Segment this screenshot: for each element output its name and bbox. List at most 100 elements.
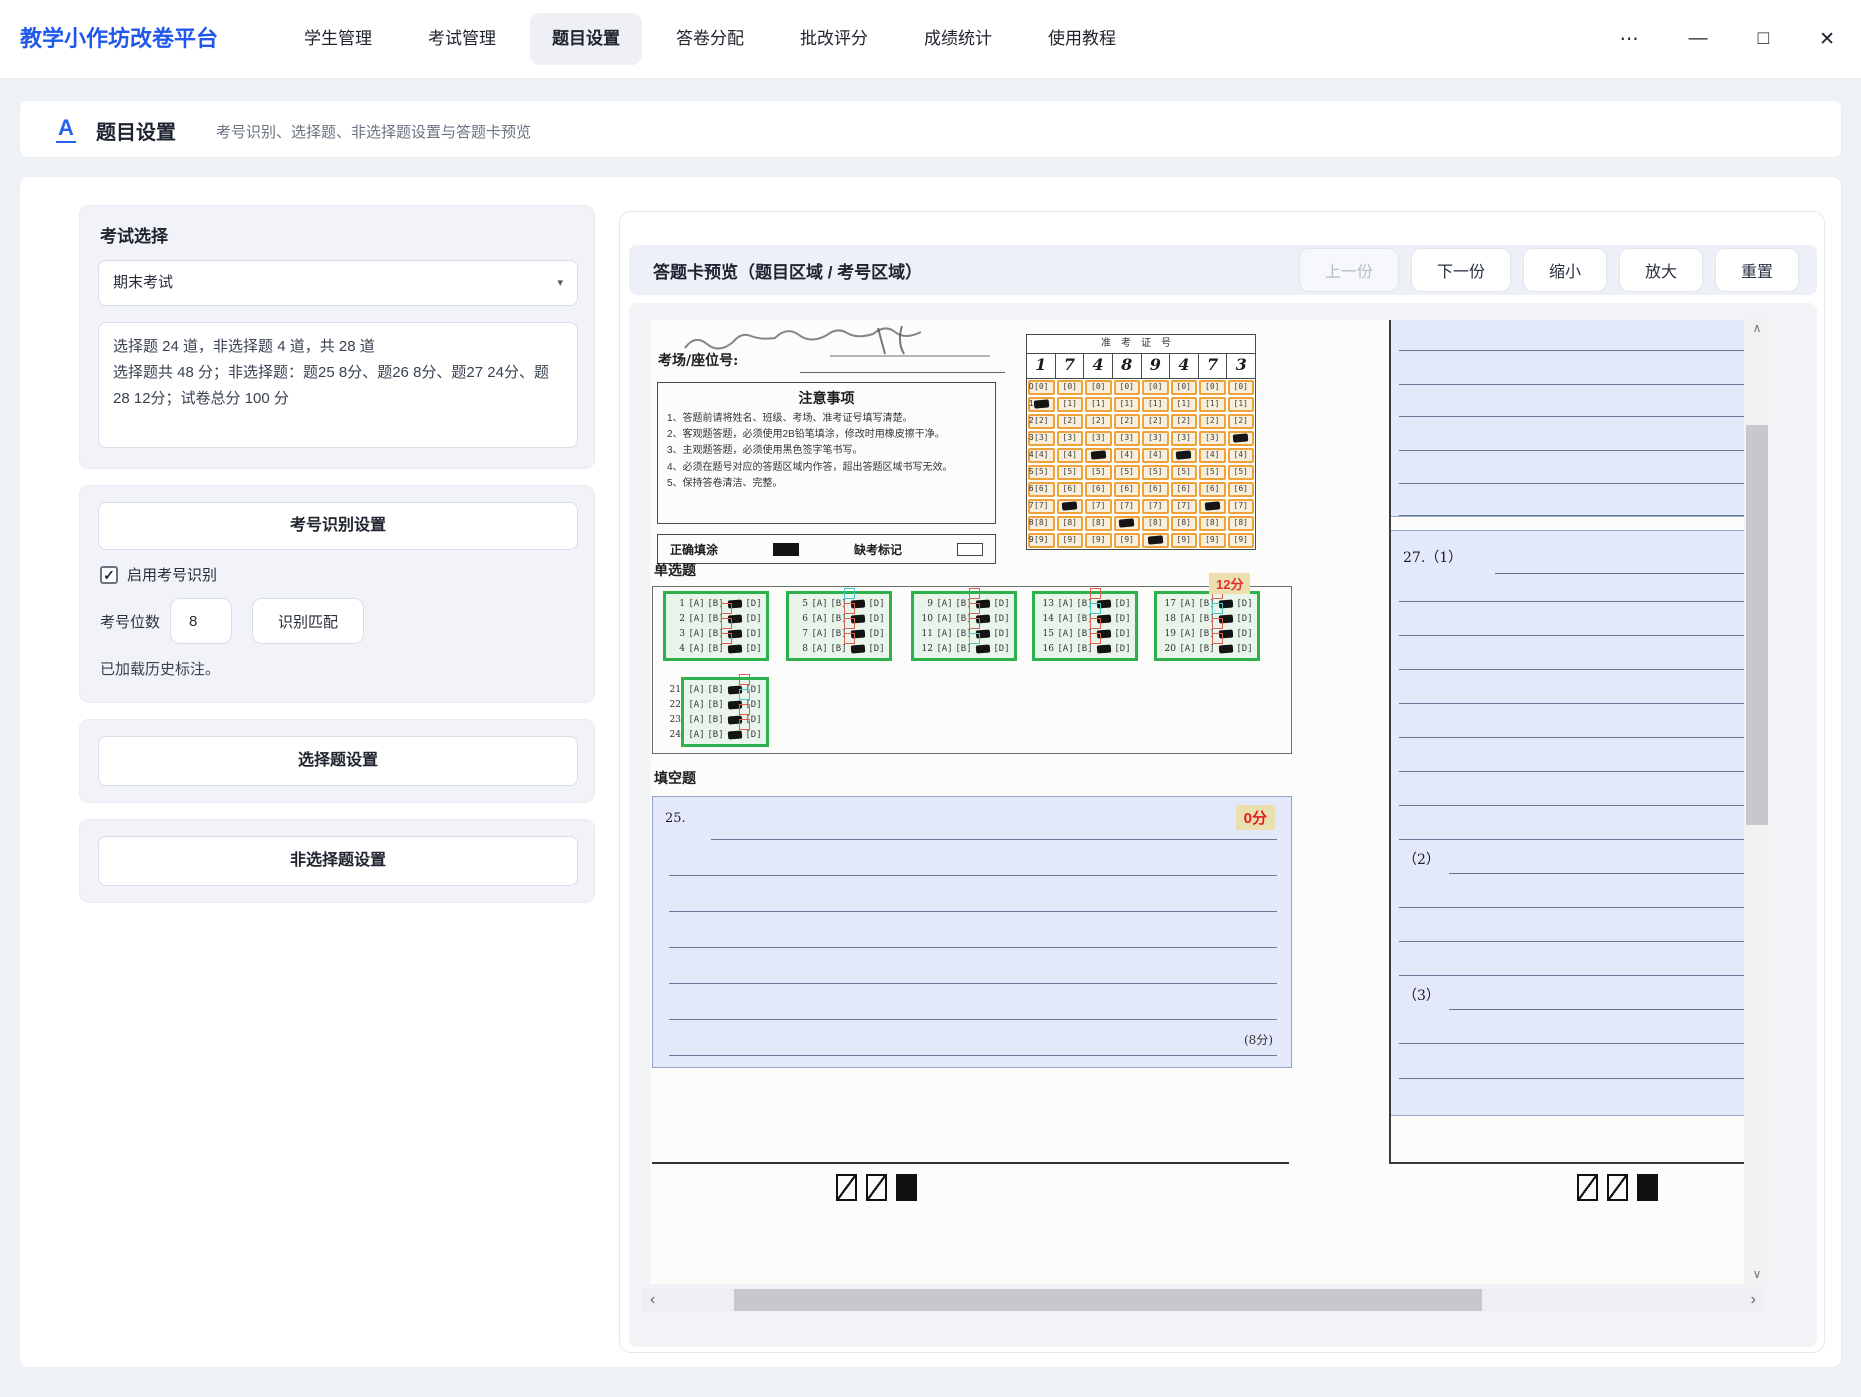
- handwritten-digit: 4: [1083, 354, 1112, 378]
- scroll-down-icon[interactable]: ∨: [1746, 1267, 1768, 1281]
- bubble-cell: [2]: [1056, 413, 1085, 430]
- mc-question-row: 11[A][B][D]: [917, 626, 1011, 641]
- mc-question-row: 3[A][B][D]: [669, 626, 763, 641]
- vertical-scrollbar-thumb[interactable]: [1746, 425, 1768, 825]
- question-number: 23: [663, 715, 681, 725]
- answer-line: [1495, 573, 1744, 574]
- page-subtitle: 考号识别、选择题、非选择题设置与答题卡预览: [216, 121, 531, 142]
- bubble-row: 4[4][4][4][4][4][4]: [1027, 447, 1255, 464]
- nav-tab-成绩统计[interactable]: 成绩统计: [902, 13, 1014, 65]
- more-icon[interactable]: ⋯: [1620, 28, 1639, 51]
- match-button[interactable]: 识别匹配: [252, 598, 364, 644]
- digit-bubble: [5]: [1199, 465, 1226, 480]
- scroll-left-icon[interactable]: ‹: [650, 1289, 655, 1311]
- bubble-cell: [6]: [1056, 481, 1085, 498]
- red-annotation-square: [969, 603, 980, 614]
- option-bubble: [D]: [992, 644, 1011, 654]
- preview-title: 答题卡预览（题目区域 / 考号区域）: [653, 258, 1299, 283]
- filled-answer-mark: [848, 645, 867, 653]
- question-number: 11: [917, 629, 933, 639]
- digit-bubble: [2]: [1085, 414, 1112, 429]
- red-annotation-square: [721, 618, 732, 629]
- bubble-cell: [1227, 430, 1256, 447]
- option-bubble: [B]: [706, 700, 725, 710]
- choice-settings-button[interactable]: 选择题设置: [98, 736, 578, 786]
- bubble-row-label: 6: [1029, 484, 1033, 493]
- bubble-cell: [9]: [1227, 532, 1256, 549]
- digit-bubble: [9]: [1171, 533, 1198, 548]
- mc-question-row: 8[A][B][D]: [792, 641, 886, 656]
- digit-bubble: [4]: [1057, 448, 1084, 463]
- bubble-row: 0[0][0][0][0][0][0][0][0]: [1027, 379, 1255, 396]
- vertical-scrollbar[interactable]: ∧ ∨: [1746, 317, 1768, 1285]
- single-choice-box: 12分 1[A][B][D]2[A][B][D]3[A][B][D]4[A][B…: [652, 586, 1292, 754]
- bubble-cell: [5]: [1084, 464, 1113, 481]
- digit-bubble: [0]: [1142, 380, 1169, 395]
- notice-box: 注意事项 1、答题前请将姓名、班级、考场、准考证号填写清楚。2、客观题答题，必须…: [657, 382, 996, 524]
- preview-button-放大[interactable]: 放大: [1619, 248, 1703, 292]
- scroll-right-icon[interactable]: ›: [1751, 1289, 1756, 1311]
- nav-tab-批改评分[interactable]: 批改评分: [778, 13, 890, 65]
- option-bubble: [D]: [992, 599, 1011, 609]
- examno-card: 考号识别设置 ✓ 启用考号识别 考号位数 识别匹配 已加载历史标注。: [79, 485, 595, 703]
- nav-tabs: 学生管理考试管理题目设置答卷分配批改评分成绩统计使用教程: [282, 0, 1138, 78]
- mc-group: 13[A][B][D]14[A][B][D]15[A][B][D]16[A][B…: [1032, 591, 1138, 661]
- answer-line: [1399, 1078, 1744, 1079]
- digit-bubble: [3]: [1057, 431, 1084, 446]
- nav-tab-考试管理[interactable]: 考试管理: [406, 13, 518, 65]
- digit-bubble: [7]: [1114, 499, 1141, 514]
- bubble-cell: [7]: [1084, 498, 1113, 515]
- digit-bubble: [5]: [1085, 465, 1112, 480]
- horizontal-scrollbar-thumb[interactable]: [734, 1289, 1482, 1311]
- question-number: 5: [792, 599, 808, 609]
- filled-answer-mark: [725, 731, 744, 739]
- scroll-up-icon[interactable]: ∧: [1746, 321, 1768, 335]
- enable-examno-checkbox[interactable]: ✓: [100, 566, 118, 584]
- option-bubble: [A]: [1178, 644, 1197, 654]
- nav-tab-题目设置[interactable]: 题目设置: [530, 13, 642, 65]
- horizontal-scrollbar[interactable]: ‹ ›: [642, 1289, 1764, 1311]
- bubble-row: 3[3][3][3][3][3][3][3]: [1027, 430, 1255, 447]
- option-bubble: [D]: [1113, 629, 1132, 639]
- red-annotation-square: [844, 633, 855, 644]
- answer-line: [1449, 1009, 1744, 1010]
- minimize-icon[interactable]: —: [1689, 28, 1708, 50]
- right-page-alignment-markers: [1577, 1174, 1658, 1201]
- mc-question-row: 24[A][B][D]: [687, 727, 763, 742]
- question-number: 17: [1160, 599, 1176, 609]
- bubble-row: 9[9][9][9][9][9][9][9]: [1027, 532, 1255, 549]
- examno-digits-input[interactable]: [170, 598, 232, 644]
- preview-button-上一份[interactable]: 上一份: [1299, 248, 1399, 292]
- alignment-marker-diagonal: [866, 1174, 887, 1201]
- answer-line: [1399, 737, 1744, 738]
- bubble-row-label: 0: [1029, 382, 1033, 391]
- nonchoice-settings-button[interactable]: 非选择题设置: [98, 836, 578, 886]
- question-number: 19: [1160, 629, 1176, 639]
- alignment-marker-diagonal: [1607, 1174, 1628, 1201]
- nav-tab-使用教程[interactable]: 使用教程: [1026, 13, 1138, 65]
- red-annotation-square: [844, 618, 855, 629]
- empty-mark-sample: [957, 543, 983, 556]
- blank-fill-label: 填空题: [654, 768, 696, 788]
- exam-select[interactable]: 期末考试 ▾: [98, 260, 578, 306]
- maximize-icon[interactable]: □: [1758, 28, 1769, 50]
- preview-button-重置[interactable]: 重置: [1715, 248, 1799, 292]
- bubble-cell: [7]: [1141, 498, 1170, 515]
- preview-button-缩小[interactable]: 缩小: [1523, 248, 1607, 292]
- preview-button-下一份[interactable]: 下一份: [1411, 248, 1511, 292]
- nav-tab-答卷分配[interactable]: 答卷分配: [654, 13, 766, 65]
- answer-line: [669, 1019, 1277, 1020]
- question-number: 2: [669, 614, 685, 624]
- nav-tab-学生管理[interactable]: 学生管理: [282, 13, 394, 65]
- close-icon[interactable]: ✕: [1819, 28, 1835, 51]
- bubble-cell: [9]: [1170, 532, 1199, 549]
- question-number: 21: [663, 685, 681, 695]
- option-bubble: [A]: [935, 599, 954, 609]
- bubble-row-label: 3: [1029, 433, 1033, 442]
- digit-bubble: [1]: [1171, 397, 1198, 412]
- mc-question-row: 10[A][B][D]: [917, 611, 1011, 626]
- digit-bubble: [1085, 448, 1112, 463]
- exam-select-title: 考试选择: [100, 222, 168, 247]
- filled-bubble-mark: [1176, 450, 1192, 459]
- examno-settings-button[interactable]: 考号识别设置: [98, 502, 578, 550]
